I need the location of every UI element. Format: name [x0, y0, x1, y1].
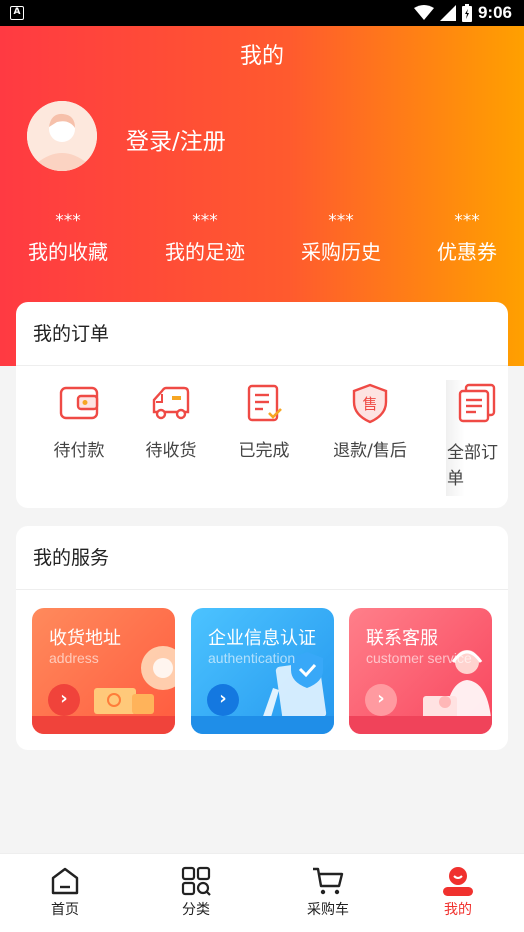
- order-pending-payment[interactable]: 待付款: [42, 382, 116, 461]
- stat-favorites[interactable]: *** 我的收藏: [24, 212, 112, 265]
- battery-icon: [461, 4, 472, 22]
- wifi-icon: [413, 5, 434, 20]
- home-icon: [51, 867, 79, 895]
- avatar-placeholder-icon: [27, 101, 97, 171]
- order-all-label: 全部订单: [447, 443, 498, 489]
- completed-doc-icon: [247, 384, 282, 422]
- service-card-base: [349, 716, 492, 734]
- profile-icon: [443, 867, 473, 896]
- tab-label: 采购车: [307, 902, 349, 918]
- stat-coupons[interactable]: *** 优惠券: [434, 212, 500, 265]
- stats-row: *** 我的收藏 *** 我的足迹 *** 采购历史 *** 优惠券: [0, 212, 524, 272]
- order-item-label: 待付款: [53, 441, 105, 461]
- order-item-label: 待收货: [145, 441, 197, 461]
- chevron-right-icon[interactable]: ›: [48, 684, 80, 716]
- signal-icon: [439, 5, 456, 21]
- cart-icon: [313, 867, 344, 895]
- svg-text:售: 售: [362, 395, 377, 413]
- avatar[interactable]: [27, 101, 97, 171]
- chevron-right-icon[interactable]: ›: [207, 684, 239, 716]
- bottom-tab-bar: 首页 分类 采购车 我的: [0, 853, 524, 932]
- tab-cart[interactable]: 采购车: [288, 866, 368, 919]
- service-customer-support[interactable]: 联系客服 customer service ›: [349, 608, 492, 734]
- service-title: 联系客服: [366, 628, 438, 649]
- order-item-label: 退款/售后: [333, 441, 407, 461]
- service-subtitle: address: [49, 650, 99, 666]
- tab-home[interactable]: 首页: [25, 866, 105, 919]
- tab-label: 分类: [182, 902, 210, 918]
- chevron-right-icon[interactable]: ›: [365, 684, 397, 716]
- stat-purchase-history[interactable]: *** 采购历史: [297, 212, 385, 265]
- order-completed[interactable]: 已完成: [227, 382, 301, 461]
- order-item-label: 已完成: [238, 441, 290, 461]
- status-time: 9:06: [477, 3, 512, 22]
- status-right: 9:06: [413, 3, 512, 23]
- truck-icon: [152, 386, 190, 420]
- page-title: 我的: [239, 44, 284, 69]
- notification-a-icon: A: [10, 6, 24, 20]
- service-enterprise-auth[interactable]: 企业信息认证 authentication ›: [191, 608, 334, 734]
- stat-value: ***: [55, 211, 81, 231]
- tab-profile[interactable]: 我的: [418, 866, 498, 919]
- service-title: 企业信息认证: [208, 628, 316, 649]
- my-services-card: 我的服务 收货地址 address › 企业信息认证 authenticatio…: [16, 526, 508, 750]
- service-subtitle: authentication: [208, 650, 296, 666]
- order-refund-after-sales[interactable]: 售 退款/售后: [323, 382, 417, 461]
- status-bar: A 9:06: [0, 0, 524, 26]
- stat-value: ***: [328, 211, 354, 231]
- stat-value: ***: [454, 211, 480, 231]
- stat-label: 优惠券: [437, 240, 497, 264]
- my-orders-title: 我的订单: [16, 302, 508, 366]
- tab-label: 首页: [51, 902, 79, 918]
- stat-label: 我的收藏: [28, 240, 108, 264]
- order-list-icon: [458, 383, 496, 423]
- tab-label: 我的: [444, 902, 472, 918]
- after-sales-shield-icon: 售: [352, 383, 388, 424]
- service-address[interactable]: 收货地址 address ›: [32, 608, 175, 734]
- login-register-link[interactable]: 登录/注册: [126, 122, 226, 156]
- service-card-base: [191, 716, 334, 734]
- my-services-title: 我的服务: [16, 526, 508, 590]
- stat-label: 采购历史: [301, 240, 381, 264]
- wallet-icon: [59, 386, 99, 420]
- service-title: 收货地址: [49, 628, 121, 649]
- stat-footprints[interactable]: *** 我的足迹: [161, 212, 249, 265]
- service-subtitle: customer service: [366, 650, 472, 666]
- service-card-base: [32, 716, 175, 734]
- order-pending-receipt[interactable]: 待收货: [134, 382, 208, 461]
- stat-value: ***: [192, 211, 218, 231]
- tab-category[interactable]: 分类: [156, 866, 236, 919]
- stat-label: 我的足迹: [165, 240, 245, 264]
- order-all[interactable]: 全部订单: [446, 380, 508, 496]
- my-orders-card: 我的订单 待付款 待收货 已完成 售 退款/售后 全部订单: [16, 302, 508, 508]
- category-grid-icon: [181, 866, 211, 896]
